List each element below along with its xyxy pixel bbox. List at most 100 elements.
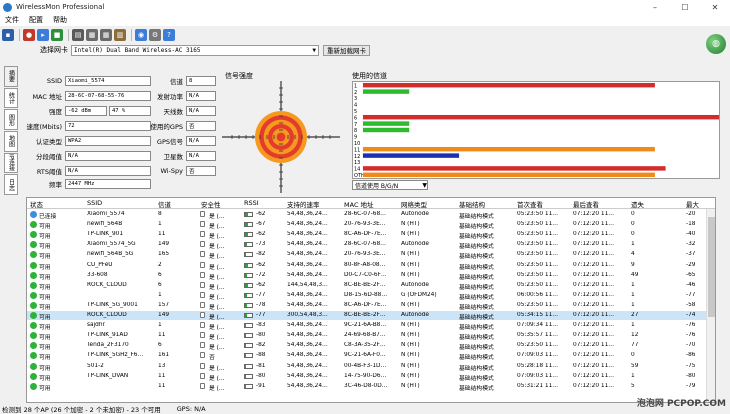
cell-rssi: -77	[256, 291, 266, 298]
adapter-select[interactable]: Intel(R) Dual Band Wireless-AC 3165 ▼	[71, 44, 319, 56]
save-icon[interactable]: ▪	[2, 29, 14, 41]
cell-ch: 6	[158, 342, 162, 349]
side-tabs: 摘要 统计 图形 地图 IP连接 日志	[4, 66, 18, 196]
cell-last: 07:12:20 11…	[573, 231, 615, 238]
cell-max: -76	[686, 332, 696, 339]
lock-icon	[200, 372, 205, 379]
menu-file[interactable]: 文件	[0, 15, 24, 25]
table-row[interactable]: 可用 TP-LINK_901 11 是 (… -62 54,48,36,24… 8C-A6-…	[27, 230, 707, 240]
cell-rssi: -62	[256, 231, 266, 238]
tab-map[interactable]: 地图	[4, 131, 18, 152]
title-bar: WirelessMon Professional – ☐ ✕	[0, 0, 730, 14]
table-row[interactable]: 可用 ROCK_CLOUD 149 是 (… -77 300,54,48,3… 8C-BE-…	[27, 311, 707, 321]
channel-bar	[362, 153, 460, 158]
column-header-ch[interactable]: 信道	[158, 199, 171, 209]
table-row[interactable]: 已连接 Xiaomi_5574 8 是 (… -62 54,48,36,24… 28-6C-…	[27, 210, 707, 220]
cell-ssid: ROCK_CLOUD	[87, 312, 127, 318]
record-icon[interactable]: ●	[23, 29, 35, 41]
cell-last: 07:12:20 11…	[573, 322, 615, 329]
cell-ntype: Autonode	[401, 241, 429, 248]
table-row[interactable]: 可用 Tenda_2F3170 6 是 (… -82 54,48,36,24… C8-3A-…	[27, 341, 707, 351]
table-row[interactable]: 可用 Xiaomi_5574_5G 149 是 (… -73 54,48,36,24… 28…	[27, 240, 707, 250]
tab-ip-connection[interactable]: IP连接	[4, 152, 18, 174]
signal-strength-target	[222, 81, 340, 193]
minimize-button[interactable]: –	[640, 0, 670, 14]
table-row[interactable]: 可用 1 是 (… -77 54,48,36,24… D8-15-6D-88… G (OFD…	[27, 291, 707, 301]
adapter-row: 选择网卡 Intel(R) Dual Band Wireless-AC 3165…	[40, 44, 370, 56]
window-title: WirelessMon Professional	[16, 3, 105, 11]
cell-ch: 11	[158, 382, 166, 389]
cell-first: 06:00:56 11…	[517, 291, 559, 298]
column-header-sec[interactable]: 安全性	[201, 199, 221, 209]
cell-infra: 基础结构模式	[459, 284, 494, 291]
cell-first: 05:23:50 11…	[517, 211, 559, 217]
table-row[interactable]: 可用 11 是 (… -91 54,48,36,24… 3C-46-D8-0D… N (HT…	[27, 382, 707, 392]
table-row[interactable]: 可用 newifi_564B 1 是 (… -67 54,48,36,24… 20-76-9…	[27, 220, 707, 230]
cell-last: 07:12:20 11…	[573, 221, 615, 228]
log-icon[interactable]: ▥	[114, 29, 126, 41]
cell-ssid: Xiaomi_5574_5G	[87, 241, 136, 248]
column-header-first[interactable]: 首次查看	[517, 199, 543, 209]
column-header-rssi[interactable]: RSSI	[244, 199, 259, 207]
table-row[interactable]: 可用 501-2 13 是 (… -81 54,48,36,24… 00-4B-F3-1D……	[27, 362, 707, 372]
column-header-rates[interactable]: 支持的速率	[287, 199, 320, 209]
column-header-max[interactable]: 最大	[686, 199, 699, 209]
cell-status: 可用	[39, 385, 51, 392]
table-row[interactable]: 可用 TP-LINK_5GHz_F6… 161 否 -88 54,48,36,24… 9C-…	[27, 351, 707, 361]
play-icon[interactable]: ▸	[37, 29, 49, 41]
table-row[interactable]: 可用 sajdhr 1 是 (… -83 54,48,36,24… 9C-21-6A-B8……	[27, 321, 707, 331]
cell-ntype: Autonode	[401, 211, 429, 217]
tab-log[interactable]: 日志	[4, 174, 18, 196]
menu-help[interactable]: 帮助	[48, 15, 72, 25]
table-row[interactable]: 可用 CU_PFeU 2 是 (… -62 54,48,36,24… 80-8F-A8-08…	[27, 261, 707, 271]
cell-max: -80	[686, 372, 696, 379]
tab-summary[interactable]: 摘要	[4, 66, 18, 87]
maximize-button[interactable]: ☐	[670, 0, 700, 14]
cell-last: 07:12:20 11…	[573, 372, 615, 379]
cell-ch: 149	[158, 241, 170, 248]
channel-value: 8	[186, 76, 216, 86]
column-header-lost[interactable]: 遗失	[631, 199, 644, 209]
print-preview-icon[interactable]: ▦	[100, 29, 112, 41]
help-icon[interactable]: ?	[163, 29, 175, 41]
tab-statistics[interactable]: 统计	[4, 87, 18, 109]
tab-graph[interactable]: 图形	[4, 109, 18, 131]
column-header-infra[interactable]: 基础结构	[459, 199, 485, 209]
table-row[interactable]: 可用 TP-LINK_DVAN 11 是 (… -80 54,48,36,24… 14-75…	[27, 372, 707, 382]
close-button[interactable]: ✕	[700, 0, 730, 14]
table-row[interactable]: 可用 newifi_564B_5G 165 是 (… -82 54,48,36,24… 20…	[27, 250, 707, 260]
column-header-ntype[interactable]: 网络类型	[401, 199, 427, 209]
column-header-ssid[interactable]: SSID	[87, 199, 102, 207]
column-header-last[interactable]: 最后查看	[573, 199, 599, 209]
stop-icon[interactable]: ■	[51, 29, 63, 41]
cell-ntype: N (HT)	[401, 221, 420, 228]
auth-value: WPA2	[65, 136, 151, 146]
cell-sec: 是 (…	[209, 214, 225, 220]
cell-last: 07:12:20 11…	[573, 211, 615, 217]
table-row[interactable]: 可用 ROCK_CLOUD 6 是 (… -62 144,54,48,3… 8C-BE-BE…	[27, 281, 707, 291]
cell-ssid: TP-LINK_5GHz_F6…	[87, 352, 144, 359]
column-header-status[interactable]: 状态	[30, 199, 43, 209]
cell-mac: 8C-BE-BE-2F…	[344, 281, 386, 288]
status-dot-icon	[30, 312, 37, 319]
scrollbar-thumb[interactable]	[708, 217, 715, 317]
signal-strength-title: 信号强度	[225, 72, 253, 80]
table-row[interactable]: 可用 TP-LINK_91AD 11 是 (… -80 54,48,36,24… 24-69…	[27, 331, 707, 342]
cell-rates: 54,48,36,24…	[287, 382, 328, 389]
cell-max: -77	[686, 291, 696, 298]
cell-sec: 是 (…	[209, 335, 225, 342]
cell-ch: 157	[158, 301, 170, 308]
reload-adapter-button[interactable]: 重新加载网卡	[323, 44, 370, 56]
export-icon[interactable]: ▤	[72, 29, 84, 41]
table-scrollbar[interactable]	[706, 209, 715, 402]
print-icon[interactable]: ▦	[86, 29, 98, 41]
settings-icon[interactable]: ⚙	[149, 29, 161, 41]
table-row[interactable]: 可用 TP-LINK_5G_9001 157 是 (… -78 54,48,36,24… 8…	[27, 301, 707, 311]
channel-tick-label: 4	[354, 103, 357, 109]
column-header-mac[interactable]: MAC 地址	[344, 199, 374, 209]
table-row[interactable]: 可用 33-608 6 是 (… -72 54,48,36,24… D0-C7-C0-6F……	[27, 271, 707, 281]
menu-config[interactable]: 配置	[24, 15, 48, 25]
cell-first: 05:23:50 11…	[517, 241, 559, 248]
wifi-icon[interactable]: ◉	[135, 29, 147, 41]
channel-filter-select[interactable]: 信道使用 B/G/N ▼	[352, 180, 428, 190]
